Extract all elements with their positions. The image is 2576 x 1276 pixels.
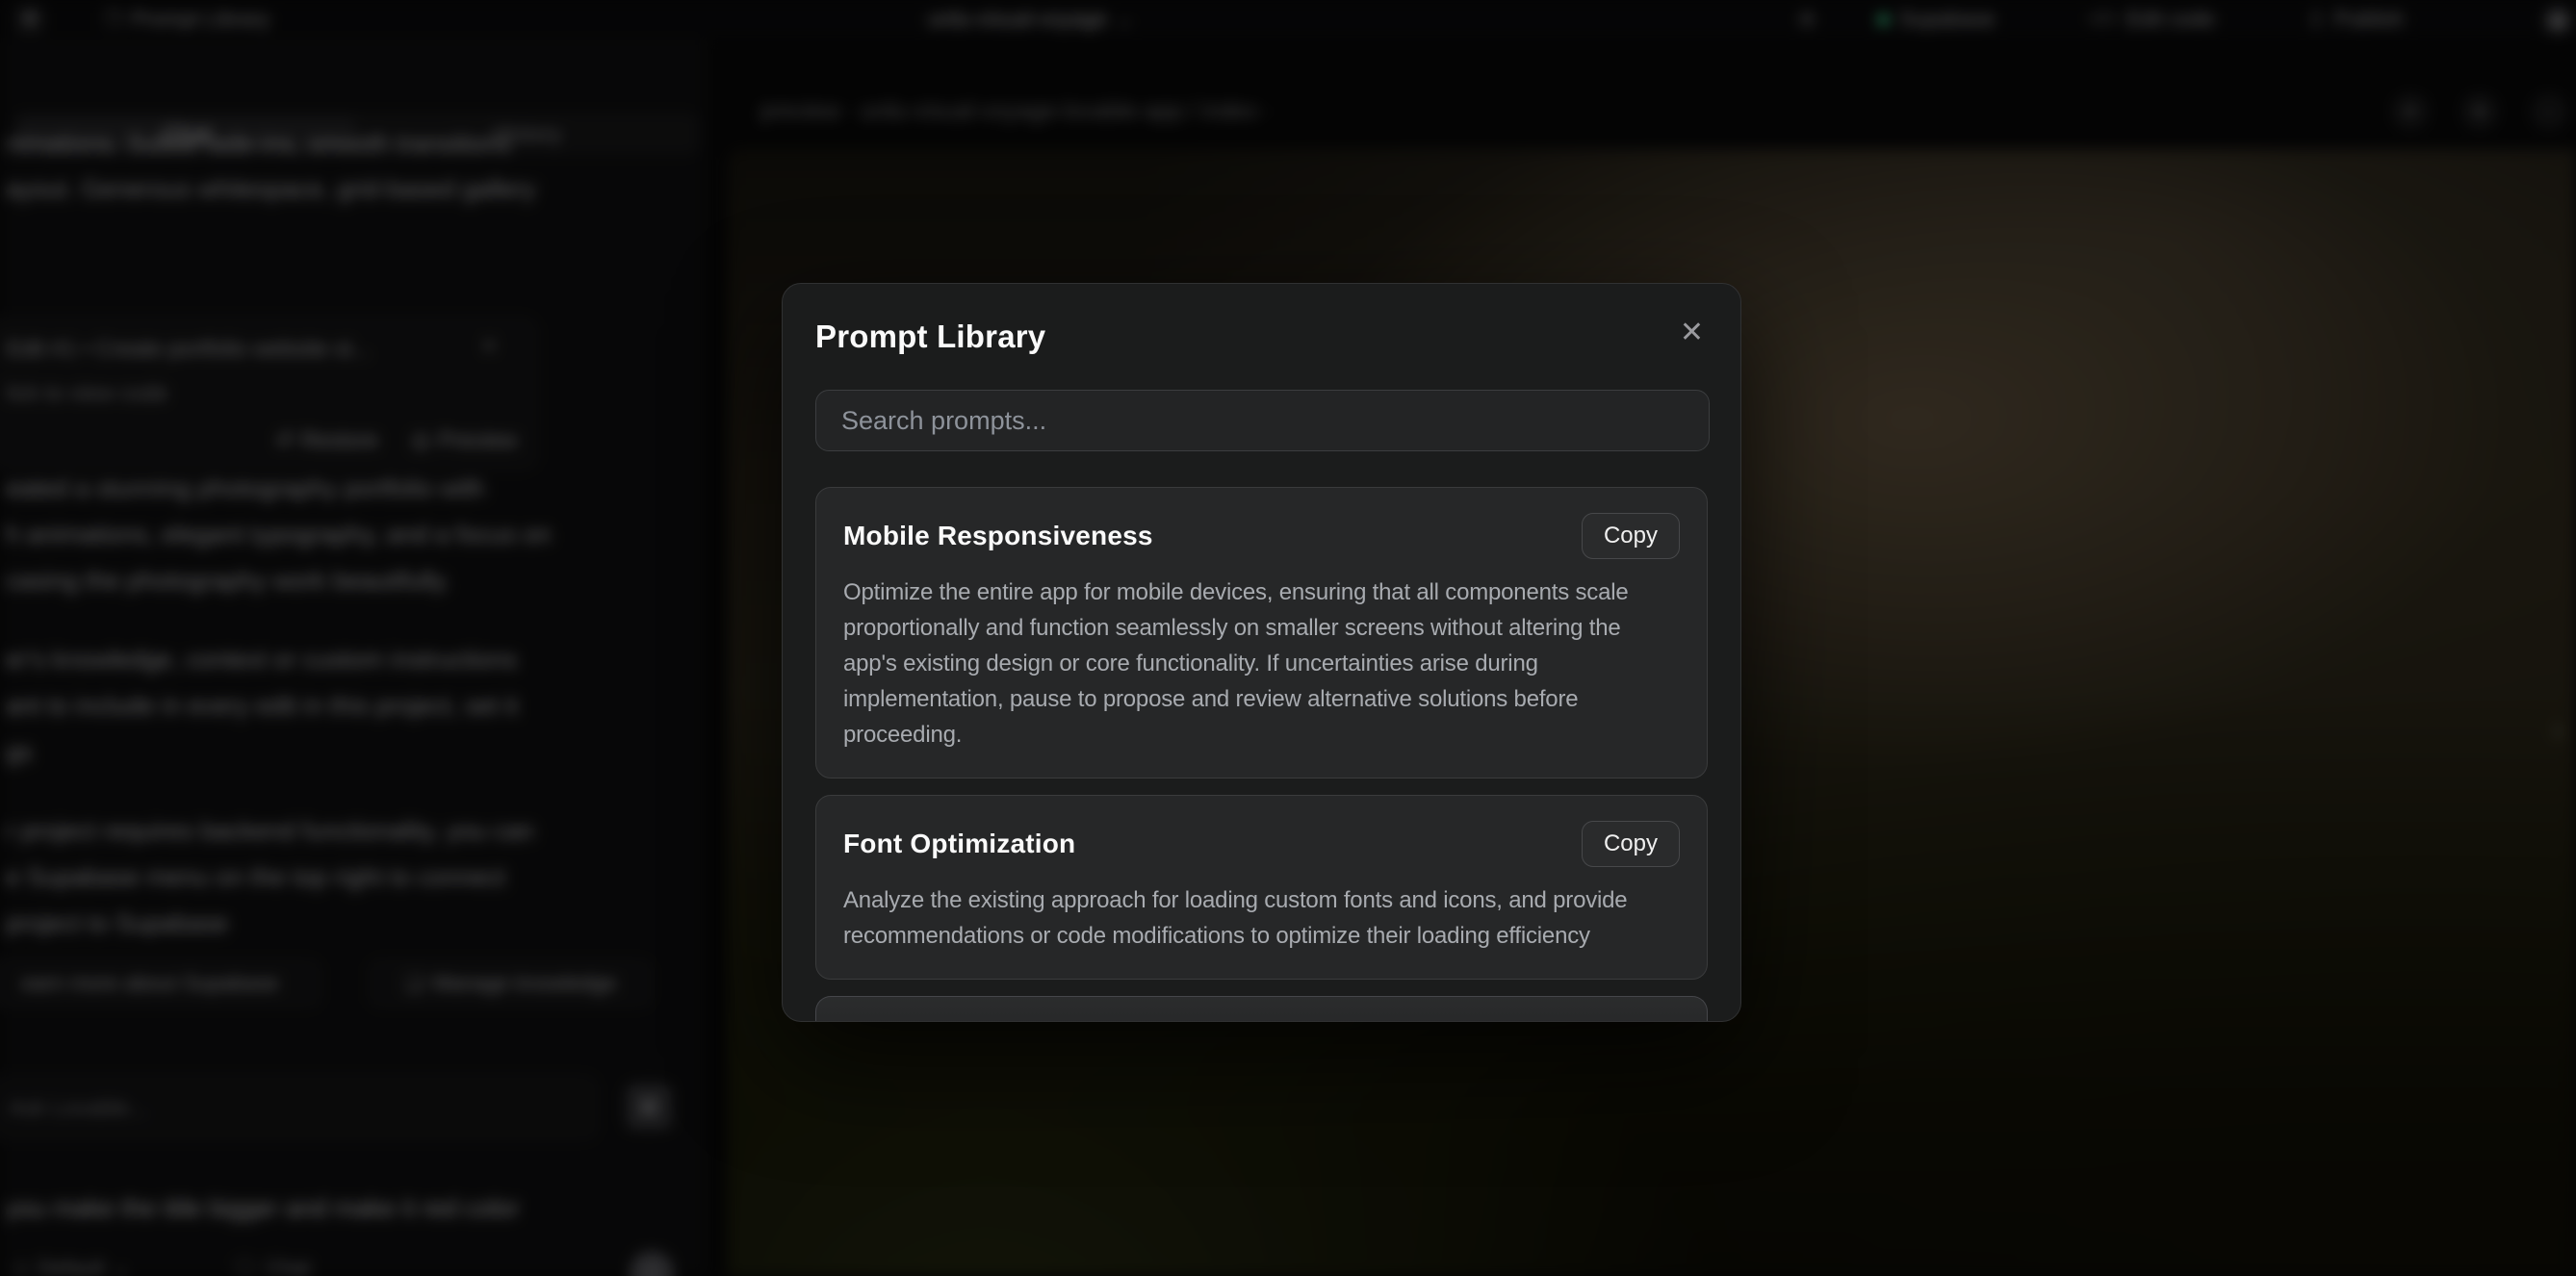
prompt-card-partial[interactable] xyxy=(815,996,1708,1022)
search-input[interactable] xyxy=(815,390,1710,451)
prompt-body: Analyze the existing approach for loadin… xyxy=(843,882,1680,954)
prompt-line: app's existing design or core functional… xyxy=(843,646,1680,681)
prompt-title: Font Optimization xyxy=(843,829,1075,859)
prompt-line: proportionally and function seamlessly o… xyxy=(843,610,1680,646)
prompt-title: Mobile Responsiveness xyxy=(843,521,1153,551)
copy-button[interactable]: Copy xyxy=(1582,821,1680,867)
prompt-list: Mobile Responsiveness Copy Optimize the … xyxy=(815,487,1708,1022)
prompt-card-mobile-responsiveness[interactable]: Mobile Responsiveness Copy Optimize the … xyxy=(815,487,1708,778)
app-window: ♥ ❐ Prompt Library urdu-visual-voyage ⌄ … xyxy=(0,0,2576,1276)
prompt-card-font-optimization[interactable]: Font Optimization Copy Analyze the exist… xyxy=(815,795,1708,980)
prompt-card-header: Mobile Responsiveness Copy xyxy=(843,513,1680,559)
prompt-line: proceeding. xyxy=(843,717,1680,753)
prompt-line: implementation, pause to propose and rev… xyxy=(843,681,1680,717)
modal-header: Prompt Library ✕ xyxy=(815,319,1708,361)
copy-button[interactable]: Copy xyxy=(1582,513,1680,559)
prompt-card-header: Font Optimization Copy xyxy=(843,821,1680,867)
prompt-body: Optimize the entire app for mobile devic… xyxy=(843,574,1680,753)
prompt-line: Analyze the existing approach for loadin… xyxy=(843,882,1680,918)
prompt-line: Optimize the entire app for mobile devic… xyxy=(843,574,1680,610)
close-icon[interactable]: ✕ xyxy=(1676,319,1708,347)
modal-title: Prompt Library xyxy=(815,319,1045,355)
prompt-library-modal: Prompt Library ✕ Mobile Responsiveness C… xyxy=(782,283,1741,1022)
prompt-line: recommendations or code modifications to… xyxy=(843,918,1680,954)
